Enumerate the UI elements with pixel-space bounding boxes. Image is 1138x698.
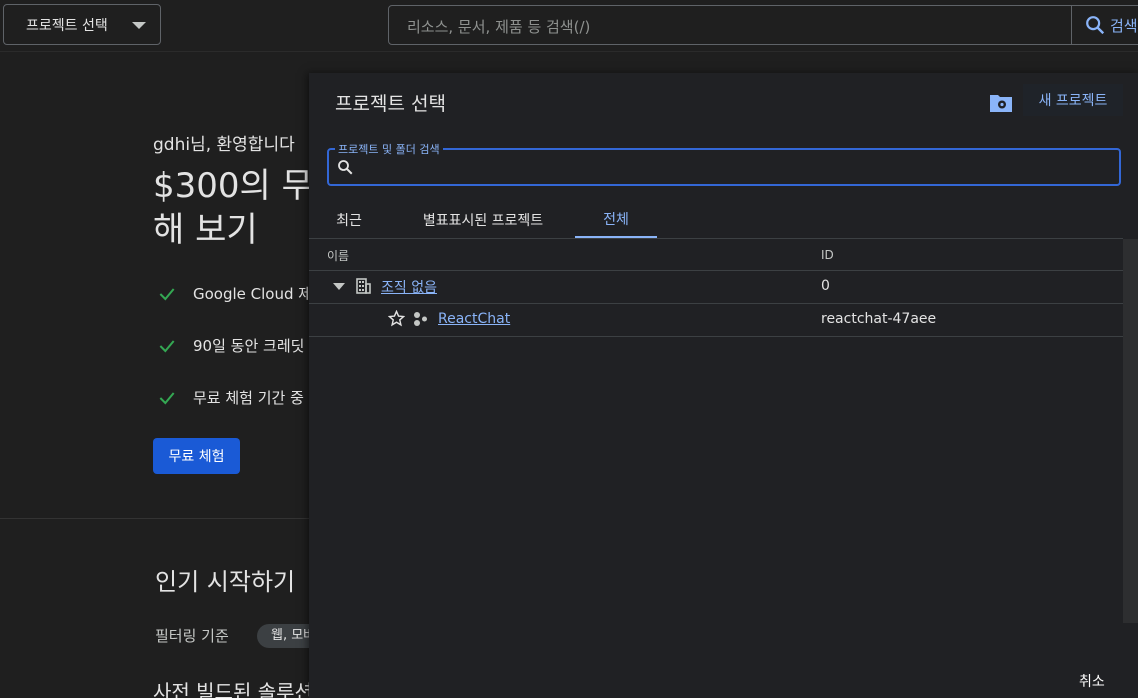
star-outline-icon[interactable]	[388, 310, 405, 327]
welcome-greeting: gdhi님, 환영합니다	[153, 135, 295, 155]
check-icon	[159, 391, 175, 404]
column-header-name[interactable]: 이름	[327, 247, 349, 264]
checklist-item: 무료 체험 기간 중	[157, 387, 304, 408]
search-button-label: 검색	[1110, 16, 1138, 35]
checklist-item: 90일 동안 크레딧	[157, 335, 304, 356]
checklist-text: 무료 체험 기간 중	[193, 389, 304, 407]
checklist-text: 90일 동안 크레딧	[193, 337, 305, 355]
filter-label: 필터링 기준	[155, 627, 229, 645]
check-icon	[159, 339, 175, 352]
project-select-dialog: 프로젝트 선택 새 프로젝트 프로젝트 및 폴더 검색 최근 별표표시된 프로젝…	[309, 73, 1138, 698]
dialog-scrollbar[interactable]	[1123, 239, 1138, 623]
global-search-input[interactable]: 리소스, 문서, 제품 등 검색(/) 검색	[388, 5, 1138, 45]
new-project-button[interactable]: 새 프로젝트	[1023, 84, 1123, 116]
project-id: reactchat-47aee	[821, 311, 937, 327]
dialog-tabs: 최근 별표표시된 프로젝트 전체	[309, 201, 1123, 239]
headline-line-1: $300의 무	[153, 166, 313, 206]
divider	[309, 336, 1123, 337]
divider	[309, 303, 1123, 304]
search-field-legend: 프로젝트 및 폴더 검색	[335, 141, 443, 157]
popular-heading: 인기 시작하기	[155, 568, 296, 596]
column-header-id[interactable]: ID	[821, 248, 834, 262]
checklist-item: Google Cloud 제	[157, 283, 312, 304]
tab-all[interactable]: 전체	[575, 201, 657, 238]
search-icon	[338, 160, 353, 175]
org-link[interactable]: 조직 없음	[381, 277, 437, 297]
checklist-text: Google Cloud 제	[193, 285, 313, 303]
headline-line-2: 해 보기	[153, 210, 258, 250]
building-icon	[356, 278, 371, 294]
dialog-title: 프로젝트 선택	[335, 93, 446, 115]
search-placeholder: 리소스, 문서, 제품 등 검색(/)	[407, 18, 591, 36]
project-folder-search-input[interactable]: 프로젝트 및 폴더 검색	[327, 141, 1121, 186]
search-icon	[1086, 16, 1105, 35]
folder-settings-icon[interactable]	[989, 91, 1013, 113]
project-link[interactable]: ReactChat	[438, 311, 510, 327]
search-button[interactable]: 검색	[1071, 6, 1138, 44]
check-icon	[159, 287, 175, 300]
divider	[309, 270, 1123, 271]
free-trial-button[interactable]: 무료 체험	[153, 438, 240, 474]
divider	[309, 238, 1123, 239]
caret-down-icon	[132, 22, 146, 29]
project-picker-button[interactable]: 프로젝트 선택	[3, 4, 161, 45]
project-icon	[414, 312, 427, 326]
tab-recent[interactable]: 최근	[323, 201, 375, 238]
expand-triangle-icon[interactable]	[333, 283, 345, 290]
tab-starred[interactable]: 별표표시된 프로젝트	[405, 201, 561, 238]
cancel-button[interactable]: 취소	[1079, 671, 1105, 691]
top-bar: 프로젝트 선택 리소스, 문서, 제품 등 검색(/) 검색	[0, 0, 1138, 52]
org-id: 0	[821, 278, 830, 294]
project-picker-label: 프로젝트 선택	[26, 17, 108, 34]
prebuilt-heading: 사전 빌드된 솔루션	[153, 680, 313, 698]
section-divider	[0, 518, 310, 519]
welcome-headline: $300의 무 해 보기	[153, 164, 313, 252]
